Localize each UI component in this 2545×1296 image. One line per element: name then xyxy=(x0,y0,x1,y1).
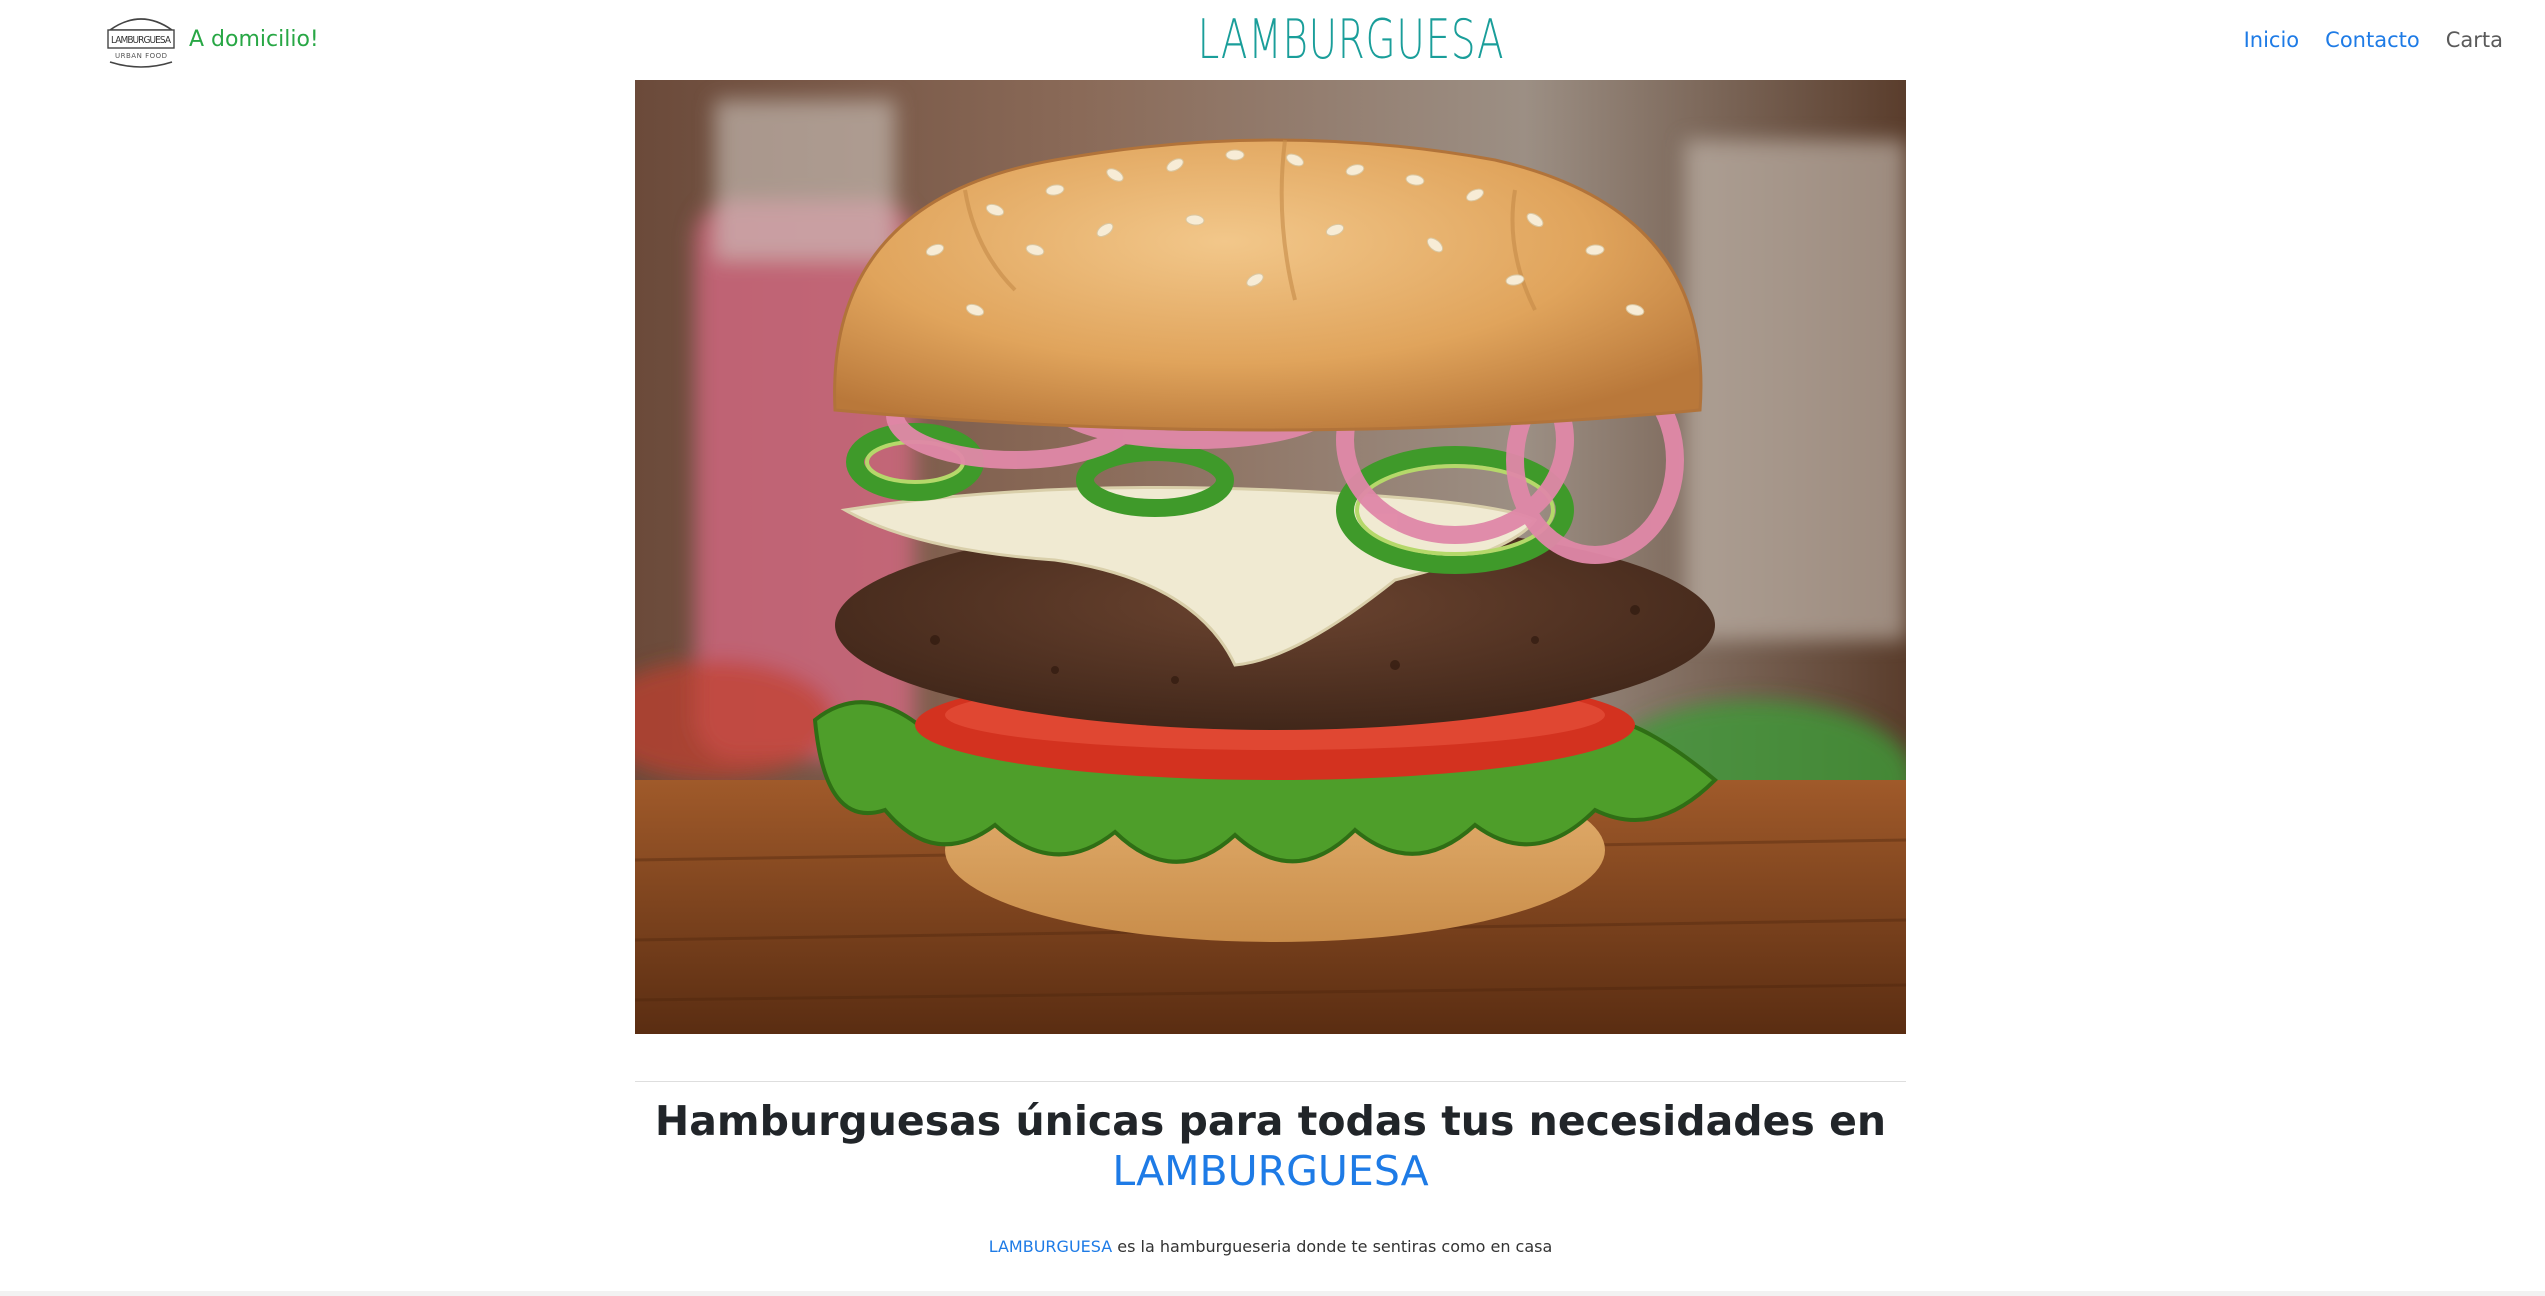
burger-logo-icon[interactable]: LAMBURGUESA URBAN FOOD xyxy=(104,8,178,70)
delivery-link[interactable]: A domicilio! xyxy=(189,26,319,54)
burger-photo xyxy=(635,80,1906,1034)
svg-text:URBAN FOOD: URBAN FOOD xyxy=(115,52,167,60)
site-title: LAMBURGUESA xyxy=(1197,8,1505,71)
nav-link-contacto[interactable]: Contacto xyxy=(2325,26,2420,54)
page-headline: Hamburguesas únicas para todas tus neces… xyxy=(635,1096,1906,1196)
nav-link-carta[interactable]: Carta xyxy=(2446,26,2503,54)
section-divider xyxy=(635,1081,1906,1082)
headline-brand: LAMBURGUESA xyxy=(1112,1147,1429,1195)
svg-text:LAMBURGUESA: LAMBURGUESA xyxy=(111,35,172,46)
tagline-brand: LAMBURGUESA xyxy=(988,1237,1113,1256)
navbar: LAMBURGUESA URBAN FOOD A domicilio! LAMB… xyxy=(0,0,2545,80)
headline-text: Hamburguesas únicas para todas tus neces… xyxy=(654,1097,1887,1145)
tagline-text: es la hamburgueseria donde te sentiras c… xyxy=(1112,1237,1553,1256)
nav-link-inicio[interactable]: Inicio xyxy=(2244,26,2300,54)
nav-links: Inicio Contacto Carta xyxy=(2244,26,2503,54)
tagline: LAMBURGUESA es la hamburgueseria donde t… xyxy=(635,1236,1906,1258)
page-bottom-edge xyxy=(0,1291,2545,1296)
